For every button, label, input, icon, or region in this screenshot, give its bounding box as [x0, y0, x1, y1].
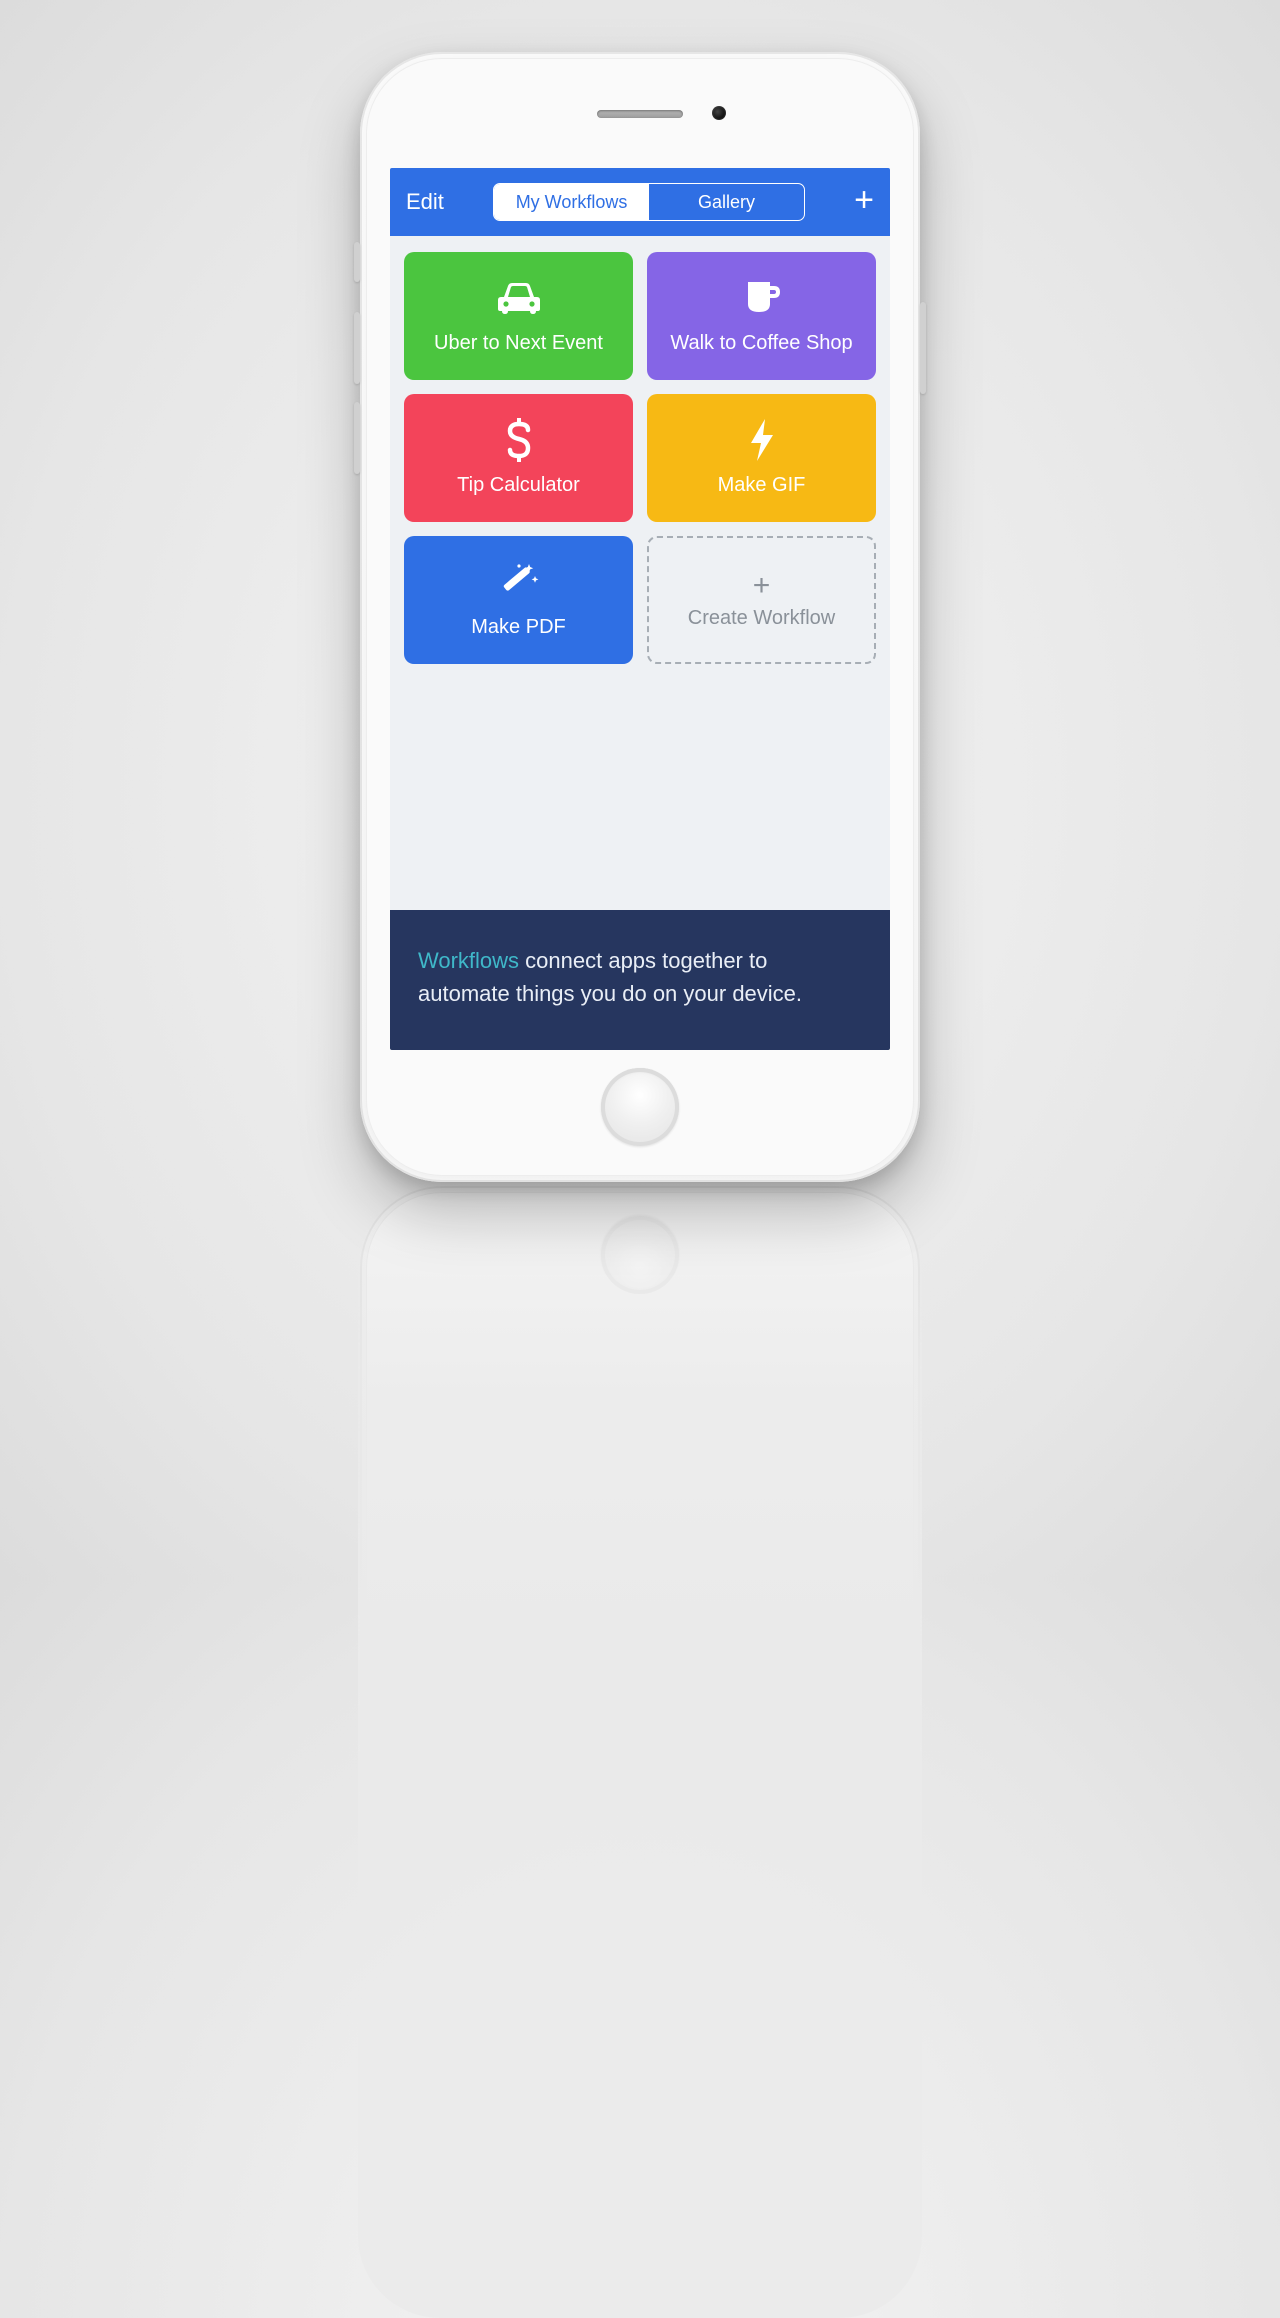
segmented-control: My Workflows Gallery [493, 183, 805, 221]
mug-icon [742, 274, 782, 322]
tile-label: Walk to Coffee Shop [670, 332, 852, 355]
workflow-tile-tip[interactable]: Tip Calculator [404, 394, 633, 522]
power-button [920, 302, 926, 394]
banner-highlight: Workflows [418, 948, 519, 973]
add-button[interactable]: + [854, 183, 874, 217]
workflow-grid: Uber to Next Event Walk to Coffee Shop [404, 252, 876, 664]
workflow-tile-uber[interactable]: Uber to Next Event [404, 252, 633, 380]
navbar: Edit My Workflows Gallery + [390, 168, 890, 236]
tab-my-workflows[interactable]: My Workflows [494, 184, 649, 220]
tile-label: Tip Calculator [457, 474, 580, 497]
device-bezel: Edit My Workflows Gallery + [366, 58, 914, 1176]
tile-label: Make PDF [471, 616, 565, 639]
workflow-tile-gif[interactable]: Make GIF [647, 394, 876, 522]
volume-up [354, 312, 360, 384]
wand-icon [497, 558, 541, 606]
tile-label: Make GIF [718, 474, 806, 497]
workflow-tile-coffee[interactable]: Walk to Coffee Shop [647, 252, 876, 380]
create-workflow-tile[interactable]: + Create Workflow [647, 536, 876, 664]
screen: Edit My Workflows Gallery + [390, 168, 890, 1050]
workflow-grid-container: Uber to Next Event Walk to Coffee Shop [390, 236, 890, 910]
volume-down [354, 402, 360, 474]
plus-icon: + [854, 181, 874, 219]
workflow-tile-pdf[interactable]: Make PDF [404, 536, 633, 664]
speaker-grille [597, 110, 683, 118]
device-frame: Edit My Workflows Gallery + [360, 52, 920, 1182]
info-banner: Workflows connect apps together to autom… [390, 910, 890, 1050]
tile-label: Uber to Next Event [434, 332, 603, 355]
dollar-icon [506, 416, 532, 464]
tile-label: Create Workflow [688, 607, 835, 630]
edit-button[interactable]: Edit [406, 189, 444, 215]
bolt-icon [749, 416, 775, 464]
tab-gallery[interactable]: Gallery [649, 184, 804, 220]
car-icon [496, 274, 542, 322]
mute-switch [354, 242, 360, 282]
front-camera [712, 106, 726, 120]
plus-icon: + [753, 571, 771, 601]
home-button[interactable] [601, 1068, 679, 1146]
